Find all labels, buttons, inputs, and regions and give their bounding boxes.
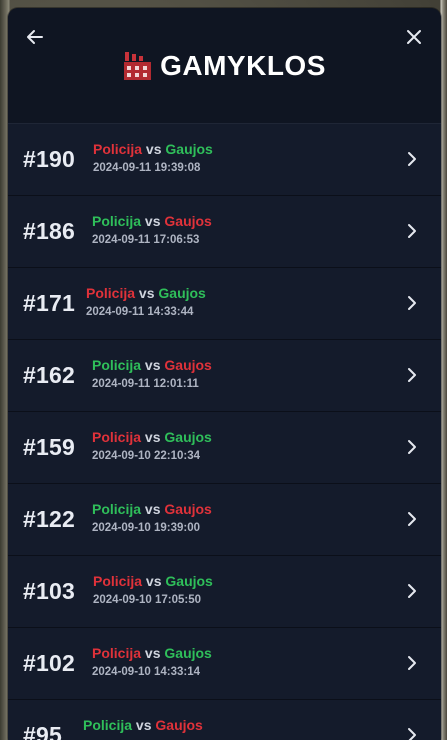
teams-line: Policija vs Gaujos (93, 141, 213, 158)
back-button[interactable] (24, 26, 46, 48)
factory-icon (124, 52, 152, 80)
team-2-name: Gaujos (165, 141, 213, 157)
team-2-name: Gaujos (164, 429, 212, 445)
item-timestamp: 2024-09-11 17:06:53 (92, 234, 200, 246)
vs-label: vs (144, 213, 161, 229)
item-number: #102 (23, 650, 75, 676)
list-item[interactable]: #186 Policija vs Gaujos 2024-09-11 17:06:5… (8, 196, 441, 268)
teams-line: Policija vs Gaujos (92, 645, 212, 662)
chevron-right-icon (408, 728, 416, 740)
teams-line: Policija vs Gaujos (86, 285, 206, 302)
item-timestamp: 2024-09-10 22:10:34 (92, 450, 201, 462)
item-info: Policija vs Gaujos (83, 717, 203, 734)
vs-label: vs (138, 285, 155, 301)
chevron-right-icon (408, 440, 416, 454)
teams-line: Policija vs Gaujos (83, 717, 203, 734)
list-item[interactable]: #190 Policija vs Gaujos 2024-09-11 19:39:0… (8, 124, 441, 196)
item-timestamp: 2024-09-10 19:39:00 (92, 522, 201, 534)
teams-line: Policija vs Gaujos (92, 429, 212, 446)
vs-label: vs (144, 501, 161, 517)
teams-line: Policija vs Gaujos (92, 357, 212, 374)
item-timestamp: 2024-09-11 12:01:11 (92, 378, 199, 390)
item-info: Policija vs Gaujos 2024-09-11 17:06:53 (92, 213, 212, 246)
team-1-name: Policija (83, 717, 133, 733)
item-timestamp: 2024-09-11 14:33:44 (86, 306, 194, 318)
teams-line: Policija vs Gaujos (92, 501, 212, 518)
team-1-name: Policija (92, 213, 142, 229)
close-icon (407, 30, 421, 44)
team-1-name: Policija (93, 573, 143, 589)
teams-line: Policija vs Gaujos (93, 573, 213, 590)
team-2-name: Gaujos (164, 213, 212, 229)
list-item[interactable]: #122 Policija vs Gaujos 2024-09-10 19:39:0… (8, 484, 441, 556)
item-number: #190 (23, 146, 75, 172)
list-item[interactable]: #102 Policija vs Gaujos 2024-09-10 14:33:1… (8, 628, 441, 700)
team-1-name: Policija (86, 285, 136, 301)
chevron-right-icon (408, 656, 416, 670)
item-info: Policija vs Gaujos 2024-09-11 14:33:44 (86, 285, 206, 318)
team-1-name: Policija (92, 357, 142, 373)
team-2-name: Gaujos (155, 717, 203, 733)
item-number: #122 (23, 506, 75, 532)
close-button[interactable] (403, 26, 425, 48)
chevron-right-icon (408, 152, 416, 166)
panel-header: GAMYKLOS (8, 8, 441, 124)
factories-panel: GAMYKLOS #190 Policija vs Gaujos 2024-09-1… (8, 8, 441, 740)
item-info: Policija vs Gaujos 2024-09-10 17:05:50 (93, 573, 213, 606)
item-number: #186 (23, 218, 75, 244)
item-timestamp: 2024-09-10 14:33:14 (92, 666, 201, 678)
chevron-right-icon (408, 224, 416, 238)
team-1-name: Policija (92, 645, 142, 661)
team-2-name: Gaujos (158, 285, 206, 301)
title-text: GAMYKLOS (160, 50, 326, 81)
team-2-name: Gaujos (164, 501, 212, 517)
page-title: GAMYKLOS (8, 50, 441, 82)
list-item[interactable]: #103 Policija vs Gaujos 2024-09-10 17:05:5… (8, 556, 441, 628)
list-item[interactable]: #159 Policija vs Gaujos 2024-09-10 22:10:3… (8, 412, 441, 484)
item-info: Policija vs Gaujos 2024-09-11 19:39:08 (93, 141, 213, 174)
team-1-name: Policija (92, 429, 142, 445)
item-number: #171 (23, 290, 75, 316)
arrow-left-icon (27, 30, 43, 44)
vs-label: vs (135, 717, 152, 733)
item-number: #159 (23, 434, 75, 460)
chevron-right-icon (408, 368, 416, 382)
factory-list: #190 Policija vs Gaujos 2024-09-11 19:39:0… (8, 124, 441, 740)
team-2-name: Gaujos (165, 573, 213, 589)
team-1-name: Policija (93, 141, 143, 157)
item-info: Policija vs Gaujos 2024-09-10 19:39:00 (92, 501, 212, 534)
chevron-right-icon (408, 584, 416, 598)
item-number: #103 (23, 578, 75, 604)
list-item[interactable]: #171 Policija vs Gaujos 2024-09-11 14:33:4… (8, 268, 441, 340)
list-item[interactable]: #162 Policija vs Gaujos 2024-09-11 12:01:1… (8, 340, 441, 412)
team-1-name: Policija (92, 501, 142, 517)
vs-label: vs (144, 429, 161, 445)
item-timestamp: 2024-09-10 17:05:50 (93, 594, 202, 606)
list-item[interactable]: #95 Policija vs Gaujos (8, 700, 441, 740)
item-number: #95 (23, 722, 62, 740)
vs-label: vs (144, 645, 161, 661)
team-2-name: Gaujos (164, 645, 212, 661)
chevron-right-icon (408, 512, 416, 526)
item-info: Policija vs Gaujos 2024-09-11 12:01:11 (92, 357, 212, 390)
vs-label: vs (145, 573, 162, 589)
item-number: #162 (23, 362, 75, 388)
item-info: Policija vs Gaujos 2024-09-10 14:33:14 (92, 645, 212, 678)
vs-label: vs (144, 357, 161, 373)
teams-line: Policija vs Gaujos (92, 213, 212, 230)
item-timestamp: 2024-09-11 19:39:08 (93, 162, 201, 174)
team-2-name: Gaujos (164, 357, 212, 373)
item-info: Policija vs Gaujos 2024-09-10 22:10:34 (92, 429, 212, 462)
vs-label: vs (145, 141, 162, 157)
chevron-right-icon (408, 296, 416, 310)
